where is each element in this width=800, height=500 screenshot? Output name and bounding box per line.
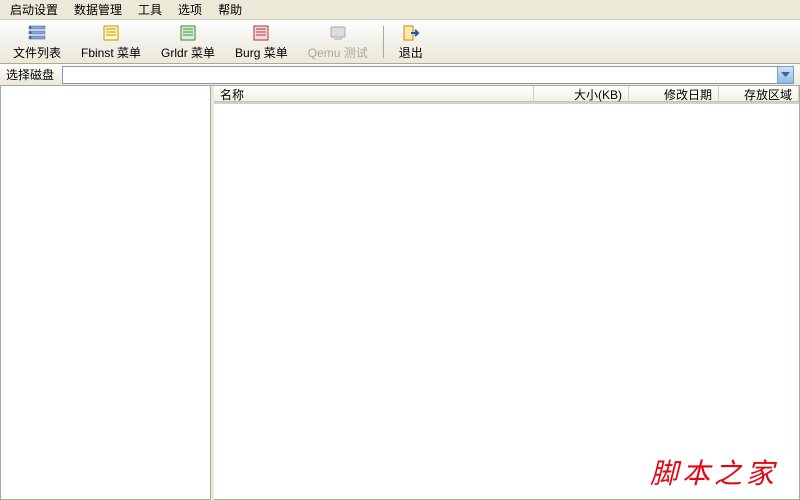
qemu-test-button: Qemu 测试 bbox=[299, 22, 377, 62]
chevron-down-icon[interactable] bbox=[777, 67, 793, 83]
col-size[interactable]: 大小(KB) bbox=[534, 86, 629, 103]
grldr-menu-button[interactable]: Grldr 菜单 bbox=[152, 22, 224, 62]
qemu-icon bbox=[328, 23, 348, 43]
col-name[interactable]: 名称 bbox=[214, 86, 534, 103]
burg-label: Burg 菜单 bbox=[235, 44, 288, 61]
list-panel: 名称 大小(KB) 修改日期 存放区域 bbox=[214, 86, 800, 500]
grldr-icon bbox=[178, 23, 198, 43]
qemu-label: Qemu 测试 bbox=[308, 44, 368, 61]
file-list-label: 文件列表 bbox=[13, 44, 61, 61]
exit-button[interactable]: 退出 bbox=[390, 22, 432, 62]
file-list-icon bbox=[27, 23, 47, 43]
fbinst-menu-button[interactable]: Fbinst 菜单 bbox=[72, 22, 150, 62]
menu-bar: 启动设置 数据管理 工具 选项 帮助 bbox=[0, 0, 800, 20]
menu-options[interactable]: 选项 bbox=[172, 0, 208, 20]
col-mtime[interactable]: 修改日期 bbox=[629, 86, 719, 103]
fbinst-label: Fbinst 菜单 bbox=[81, 44, 141, 61]
menu-data-management[interactable]: 数据管理 bbox=[68, 0, 128, 20]
col-area[interactable]: 存放区域 bbox=[719, 86, 799, 103]
exit-icon bbox=[401, 23, 421, 43]
burg-icon bbox=[251, 23, 271, 43]
burg-menu-button[interactable]: Burg 菜单 bbox=[226, 22, 297, 62]
disk-select-bar: 选择磁盘 bbox=[0, 64, 800, 86]
disk-select-combobox[interactable] bbox=[62, 66, 794, 84]
exit-label: 退出 bbox=[399, 44, 423, 61]
column-headers: 名称 大小(KB) 修改日期 存放区域 bbox=[214, 86, 799, 104]
menu-tools[interactable]: 工具 bbox=[132, 0, 168, 20]
disk-select-label: 选择磁盘 bbox=[6, 66, 54, 83]
fbinst-icon bbox=[101, 23, 121, 43]
toolbar: 文件列表 Fbinst 菜单 Grldr 菜单 bbox=[0, 20, 800, 64]
toolbar-separator bbox=[383, 26, 384, 58]
file-list-button[interactable]: 文件列表 bbox=[4, 22, 70, 62]
tree-panel[interactable] bbox=[0, 86, 211, 500]
menu-help[interactable]: 帮助 bbox=[212, 0, 248, 20]
grldr-label: Grldr 菜单 bbox=[161, 44, 215, 61]
file-list-body[interactable] bbox=[214, 104, 799, 499]
menu-boot-settings[interactable]: 启动设置 bbox=[4, 0, 64, 20]
main-content: 名称 大小(KB) 修改日期 存放区域 bbox=[0, 86, 800, 500]
